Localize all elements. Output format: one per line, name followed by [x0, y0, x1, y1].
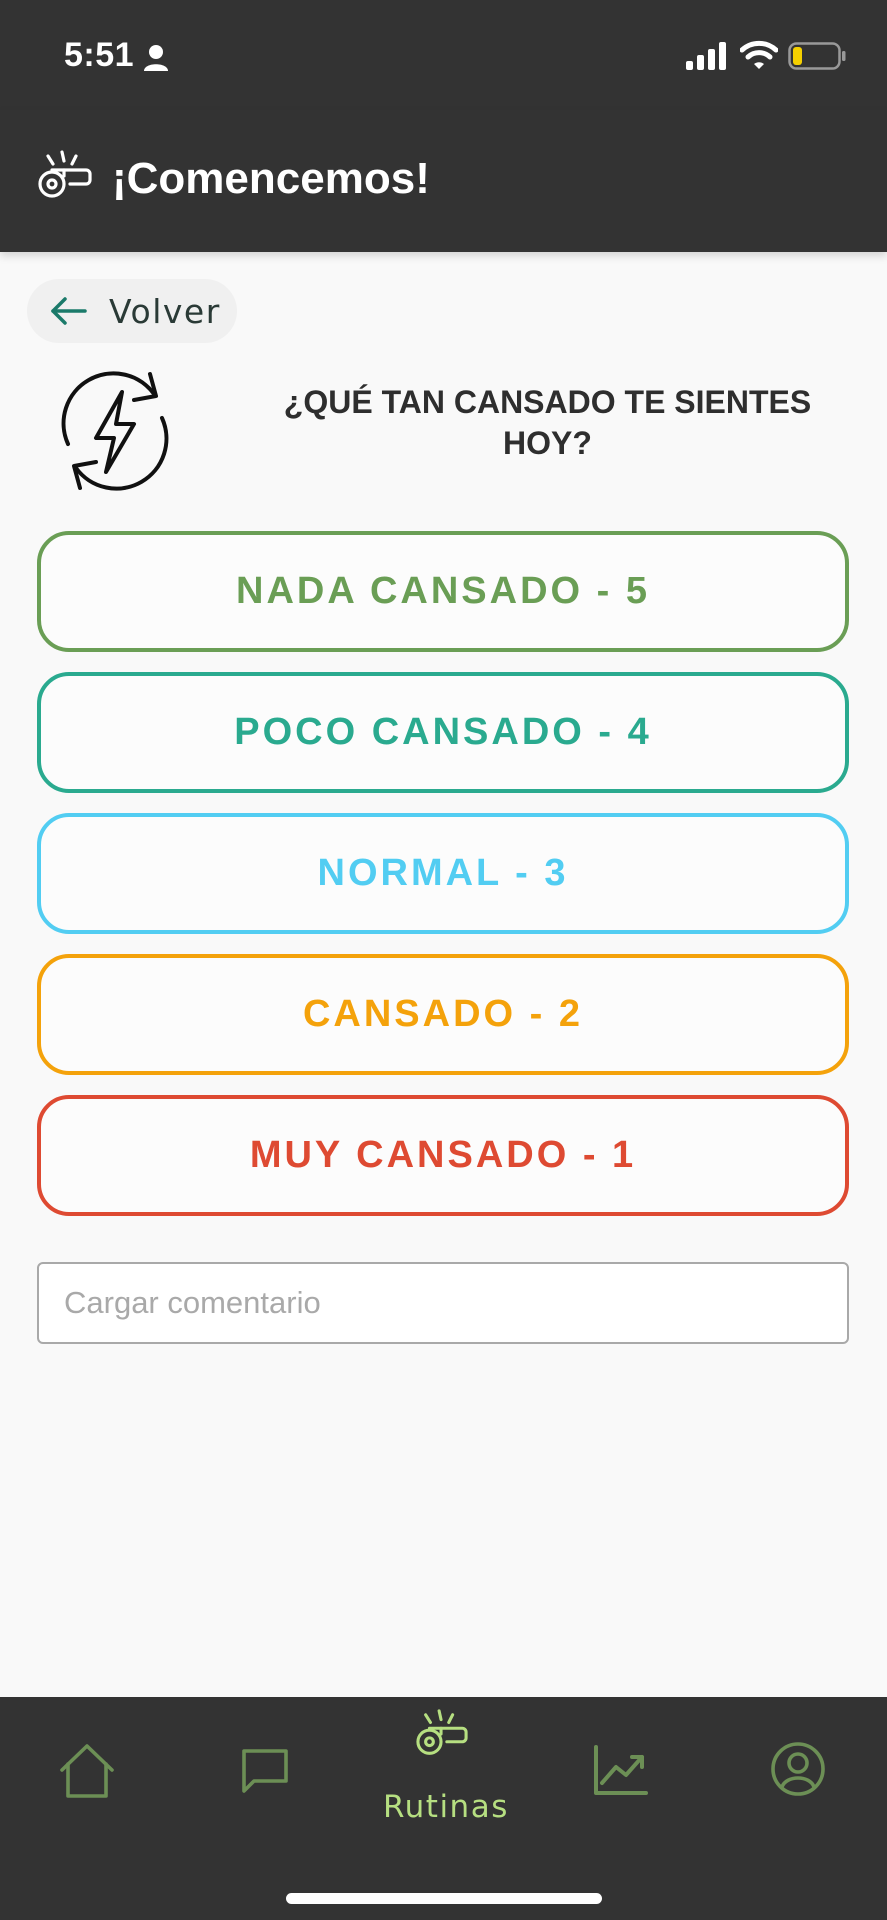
back-button-label: Volver	[109, 291, 221, 331]
home-icon	[60, 1744, 114, 1798]
back-button[interactable]: Volver	[27, 279, 237, 343]
home-indicator	[286, 1893, 602, 1904]
option-label: NADA CANSADO - 5	[236, 570, 650, 612]
tab-rutinas-label[interactable]: Rutinas	[383, 1789, 509, 1825]
app-header: ¡Comencemos!	[0, 110, 887, 252]
chat-icon	[242, 1749, 288, 1793]
question-text: ¿QUÉ TAN CANSADO TE SIENTES HOY?	[283, 384, 812, 461]
tab-home[interactable]	[58, 1742, 116, 1805]
chart-icon	[594, 1745, 648, 1795]
whistle-icon	[416, 1709, 468, 1755]
tab-profile[interactable]	[770, 1741, 826, 1802]
option-label: MUY CANSADO - 1	[249, 1134, 637, 1176]
option-muy-cansado[interactable]: MUY CANSADO - 1	[37, 1095, 849, 1216]
option-normal[interactable]: NORMAL - 3	[37, 813, 849, 934]
bottom-tab-bar: Rutinas	[0, 1697, 887, 1920]
status-time: 5:51	[64, 36, 135, 74]
tab-chat[interactable]	[240, 1747, 290, 1802]
wifi-icon	[740, 40, 778, 69]
person-icon	[144, 45, 168, 71]
option-label: CANSADO - 2	[302, 993, 584, 1035]
status-bar: 5:51	[0, 0, 887, 110]
tab-rutinas[interactable]	[414, 1709, 474, 1779]
arrow-left-icon	[51, 297, 87, 325]
option-label: NORMAL - 3	[317, 852, 569, 894]
option-label: POCO CANSADO - 4	[234, 711, 652, 753]
option-poco-cansado[interactable]: POCO CANSADO - 4	[37, 672, 849, 793]
option-nada-cansado[interactable]: NADA CANSADO - 5	[37, 531, 849, 652]
signal-icon	[686, 42, 726, 70]
tab-progress[interactable]	[592, 1745, 648, 1802]
whistle-icon	[38, 150, 92, 198]
battery-icon	[788, 42, 846, 70]
option-cansado[interactable]: CANSADO - 2	[37, 954, 849, 1075]
energy-cycle-icon	[61, 371, 169, 491]
page-title: ¡Comencemos!	[112, 154, 430, 203]
user-circle-icon	[771, 1742, 825, 1796]
comment-input[interactable]	[37, 1262, 849, 1344]
